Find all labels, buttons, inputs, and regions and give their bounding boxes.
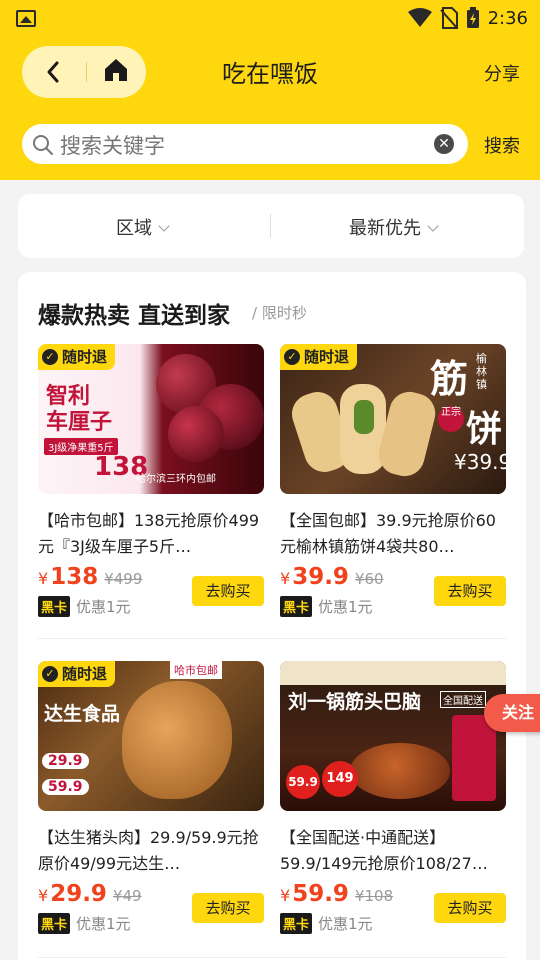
product-image-beef[interactable]: 刘一锅筋头巴脑 全国配送 59.9 149 <box>280 661 506 811</box>
original-price: ¥60 <box>354 570 384 588</box>
buy-button[interactable]: 去购买 <box>434 893 506 923</box>
check-icon: ✓ <box>42 349 58 365</box>
share-button[interactable]: 分享 <box>484 60 520 86</box>
search-button[interactable]: 搜索 <box>484 132 520 158</box>
filter-region[interactable]: 区域 <box>116 214 170 240</box>
buy-button[interactable]: 去购买 <box>192 576 264 606</box>
status-bar: 2:36 <box>0 0 540 36</box>
follow-button[interactable]: 关注 <box>484 694 540 732</box>
search-bar[interactable]: 搜索关键字 ✕ <box>22 124 468 164</box>
product-title[interactable]: 【达生猪头肉】29.9/59.9元抢原价49/99元达生… <box>38 825 264 877</box>
price: ¥ 59.9 ¥108 <box>280 881 394 907</box>
filter-divider <box>270 214 271 238</box>
search-input[interactable]: 搜索关键字 <box>60 130 165 160</box>
buy-button[interactable]: 去购买 <box>192 893 264 923</box>
price: ¥ 29.9 ¥49 <box>38 881 142 907</box>
original-price: ¥108 <box>354 887 394 905</box>
black-card-tag: 黑卡 <box>38 913 71 934</box>
buy-button[interactable]: 去购买 <box>434 576 506 606</box>
refund-badge: ✓ 随时退 <box>280 344 358 370</box>
price: ¥ 39.9 ¥60 <box>280 564 384 590</box>
search-icon <box>33 135 53 155</box>
black-card-tag: 黑卡 <box>280 596 313 617</box>
black-card-tag: 黑卡 <box>280 913 313 934</box>
original-price: ¥49 <box>112 887 142 905</box>
vip-discount: 黑卡 优惠1元 <box>38 913 131 934</box>
current-price: 59.9 <box>292 881 349 907</box>
product-title[interactable]: 【哈市包邮】138元抢原价499元『3J级车厘子5斤… <box>38 508 264 560</box>
refund-badge: ✓ 随时退 <box>38 344 116 370</box>
wifi-icon <box>407 8 432 27</box>
current-price: 39.9 <box>292 564 349 590</box>
clock: 2:36 <box>487 7 528 29</box>
vip-discount: 黑卡 优惠1元 <box>38 596 131 617</box>
price: ¥ 138 ¥499 <box>38 564 143 590</box>
section-title: 爆款热卖 直送到家 <box>38 303 231 329</box>
clear-icon[interactable]: ✕ <box>434 134 454 154</box>
black-card-tag: 黑卡 <box>38 596 71 617</box>
vip-discount: 黑卡 优惠1元 <box>280 596 373 617</box>
page-title: 吃在嘿饭 <box>222 60 318 88</box>
battery-charging-icon <box>466 7 479 28</box>
filter-sort[interactable]: 最新优先 <box>349 214 439 240</box>
row-divider <box>38 638 506 639</box>
chevron-down-icon <box>158 220 170 232</box>
filter-bar: 区域 最新优先 <box>18 194 524 258</box>
chevron-down-icon <box>427 220 439 232</box>
section-subtitle: / 限时秒 <box>252 304 307 322</box>
product-title[interactable]: 【全国包邮】39.9元抢原价60元榆林镇筋饼4袋共80… <box>280 508 506 560</box>
original-price: ¥499 <box>104 570 143 588</box>
row-divider <box>38 957 506 958</box>
app-header: 吃在嘿饭 分享 搜索关键字 ✕ 搜索 <box>0 36 540 180</box>
check-icon: ✓ <box>284 349 300 365</box>
check-icon: ✓ <box>42 666 58 682</box>
refund-badge: ✓ 随时退 <box>38 661 116 687</box>
current-price: 138 <box>50 564 99 590</box>
current-price: 29.9 <box>50 881 107 907</box>
product-title[interactable]: 【全国配送·中通配送】59.9/149元抢原价108/27… <box>280 825 506 877</box>
no-sim-icon <box>439 7 458 29</box>
vip-discount: 黑卡 优惠1元 <box>280 913 373 934</box>
gallery-notification-icon <box>16 10 36 27</box>
product-panel: 爆款热卖 直送到家 / 限时秒 智利 车厘子 3J级净果重5斤 138 哈尔滨三… <box>18 272 526 960</box>
